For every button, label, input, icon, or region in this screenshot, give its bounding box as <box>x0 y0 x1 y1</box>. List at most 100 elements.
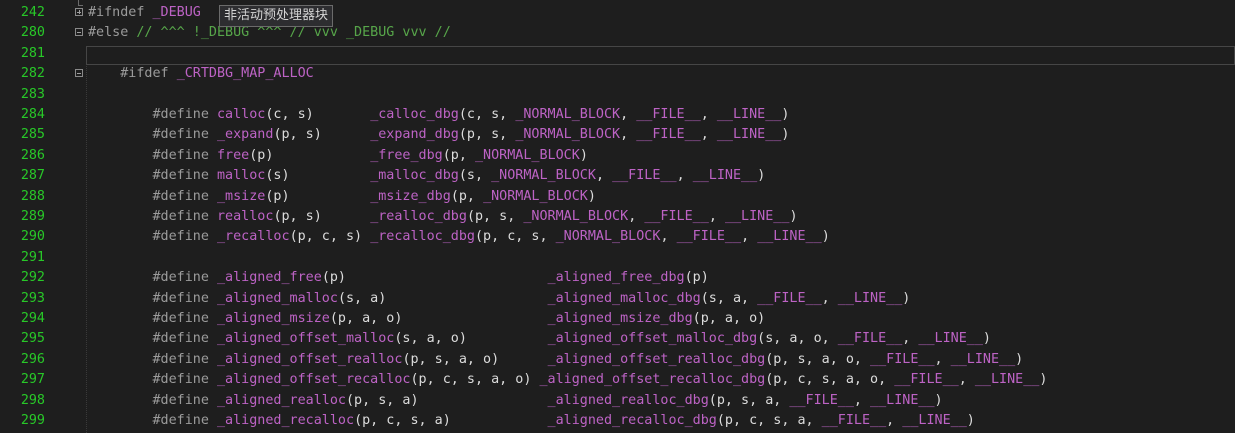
macro-token: __FILE__ <box>789 392 854 408</box>
code-line[interactable]: 280 #else // ^^^ !_DEBUG ^^^ // vvv _DEBU… <box>0 23 1235 43</box>
directive-token: #define <box>152 107 217 122</box>
inactive-block-tooltip: 非活动预处理器块 <box>219 5 334 27</box>
code-token: (s, <box>458 168 492 184</box>
macro-token: __LINE__ <box>757 229 822 245</box>
code-line[interactable]: 293 #define _aligned_malloc(s, a) _align… <box>0 289 1235 309</box>
code-line[interactable]: 286 #define free(p) _free_dbg(p, _NORMAL… <box>0 146 1235 166</box>
directive-token: #define <box>152 147 217 163</box>
code-text: #define free(p) _free_dbg(p, _NORMAL_BLO… <box>88 146 588 166</box>
line-number: 294 <box>20 311 45 326</box>
line-number: 242 <box>20 5 45 20</box>
line-number: 288 <box>20 188 45 204</box>
line-number: 284 <box>20 107 45 122</box>
macro-token: _aligned_msize <box>217 311 330 326</box>
code-line[interactable]: 242 #ifndef _DEBUG <box>0 3 1235 23</box>
code-token: (p, s, a, o, <box>765 351 871 367</box>
code-line[interactable]: 287 #define malloc(s) _malloc_dbg(s, _NO… <box>0 166 1235 186</box>
code-token: (s, a, <box>700 290 758 306</box>
code-line[interactable]: 291 <box>0 248 1235 268</box>
code-line[interactable]: 294 #define _aligned_msize(p, a, o) _ali… <box>0 309 1235 329</box>
code-line[interactable]: 281 <box>0 44 1235 64</box>
line-number: 293 <box>20 290 45 306</box>
code-text: #define _aligned_realloc(p, s, a) _align… <box>88 391 943 411</box>
code-token: ) <box>757 168 766 184</box>
code-line[interactable]: 299 #define _aligned_recalloc(p, c, s, a… <box>0 411 1235 431</box>
macro-token: calloc <box>217 107 266 122</box>
code-text: #define _aligned_offset_recalloc(p, c, s… <box>88 370 1048 390</box>
macro-token: _aligned_realloc_dbg <box>547 392 709 408</box>
macro-token: _expand_dbg <box>370 127 459 143</box>
collapse-fold-icon[interactable] <box>75 69 83 78</box>
code-text: #define realloc(p, s) _realloc_dbg(p, s,… <box>88 207 798 227</box>
directive-token: #define <box>152 127 217 143</box>
macro-token: _aligned_realloc <box>217 392 346 408</box>
expand-fold-icon[interactable] <box>75 8 83 16</box>
code-line[interactable]: 285 #define _expand(p, s) _expand_dbg(p,… <box>0 125 1235 145</box>
code-text: #define _aligned_offset_realloc(p, s, a,… <box>88 350 1024 370</box>
code-line[interactable]: 297 #define _aligned_offset_recalloc(p, … <box>0 370 1235 390</box>
macro-token: __LINE__ <box>837 290 903 306</box>
code-line[interactable]: 289 #define realloc(p, s) _realloc_dbg(p… <box>0 207 1235 227</box>
code-line[interactable]: 292 #define _aligned_free(p) _aligned_fr… <box>0 268 1235 288</box>
directive-token: #else <box>88 25 137 41</box>
code-line[interactable]: 295 #define _aligned_offset_malloc(s, a,… <box>0 329 1235 349</box>
code-token: (p, c, s, a, o, <box>765 372 895 388</box>
macro-token: __FILE__ <box>636 127 701 143</box>
macro-token: _calloc_dbg <box>370 107 459 122</box>
line-number: 295 <box>20 331 45 347</box>
code-line[interactable]: 284 #define calloc(c, s) _calloc_dbg(c, … <box>0 105 1235 125</box>
line-number: 292 <box>20 270 45 286</box>
code-token: (p) <box>321 270 548 286</box>
code-text: #define _aligned_recalloc(p, c, s, a) _a… <box>88 411 975 431</box>
directive-token: #define <box>152 311 217 326</box>
macro-token: __FILE__ <box>821 413 887 428</box>
code-line[interactable]: 290 #define _recalloc(p, c, s) _recalloc… <box>0 227 1235 247</box>
code-line[interactable]: 283 <box>0 85 1235 105</box>
code-text: #ifdef _CRTDBG_MAP_ALLOC <box>88 64 314 84</box>
collapse-fold-icon[interactable] <box>75 28 83 37</box>
code-token: (p) <box>684 270 709 286</box>
code-token: , <box>700 127 717 143</box>
macro-token: realloc <box>217 209 274 224</box>
code-token: (p, c, s) <box>289 229 371 245</box>
code-line[interactable]: 298 #define _aligned_realloc(p, s, a) _a… <box>0 391 1235 411</box>
macro-token: _aligned_free <box>217 270 322 286</box>
code-token: ) <box>789 209 798 224</box>
macro-token: _NORMAL_BLOCK <box>475 147 580 163</box>
macro-token: _msize <box>217 188 266 204</box>
macro-token: __FILE__ <box>757 290 822 306</box>
macro-token: __LINE__ <box>716 127 782 143</box>
code-editor[interactable]: 242 #ifndef _DEBUG 280 #else // ^^^ !_DEBUG… <box>0 0 1235 433</box>
macro-token: _aligned_offset_recalloc_dbg <box>539 372 766 388</box>
directive-token: #define <box>152 168 217 184</box>
macro-token: _msize_dbg <box>370 188 451 204</box>
code-line[interactable]: 296 #define _aligned_offset_realloc(p, s… <box>0 350 1235 370</box>
directive-token: #ifdef <box>120 66 177 82</box>
code-token: , <box>741 229 758 245</box>
code-token: , <box>700 107 717 122</box>
macro-token: __FILE__ <box>612 168 677 184</box>
code-line[interactable]: 288 #define _msize(p) _msize_dbg(p, _NOR… <box>0 187 1235 207</box>
macro-token: _CRTDBG_MAP_ALLOC <box>176 66 314 82</box>
directive-token: #ifndef <box>88 5 153 20</box>
macro-token: _NORMAL_BLOCK <box>523 209 629 224</box>
directive-token: #define <box>152 290 217 306</box>
line-number: 291 <box>20 249 45 265</box>
macro-token: __FILE__ <box>894 372 959 388</box>
macro-token: _aligned_recalloc_dbg <box>547 413 717 428</box>
code-line[interactable]: 282 #ifdef _CRTDBG_MAP_ALLOC <box>0 64 1235 84</box>
code-token: ) <box>982 331 991 347</box>
directive-token: #define <box>152 331 217 347</box>
macro-token: _free_dbg <box>370 147 443 163</box>
code-token: (p, c, s, a) <box>354 413 548 428</box>
macro-token: __FILE__ <box>676 229 742 245</box>
code-text: #define _aligned_malloc(s, a) _aligned_m… <box>88 289 911 309</box>
code-token: ) <box>902 290 911 306</box>
code-text: #define _recalloc(p, c, s) _recalloc_dbg… <box>88 227 830 247</box>
